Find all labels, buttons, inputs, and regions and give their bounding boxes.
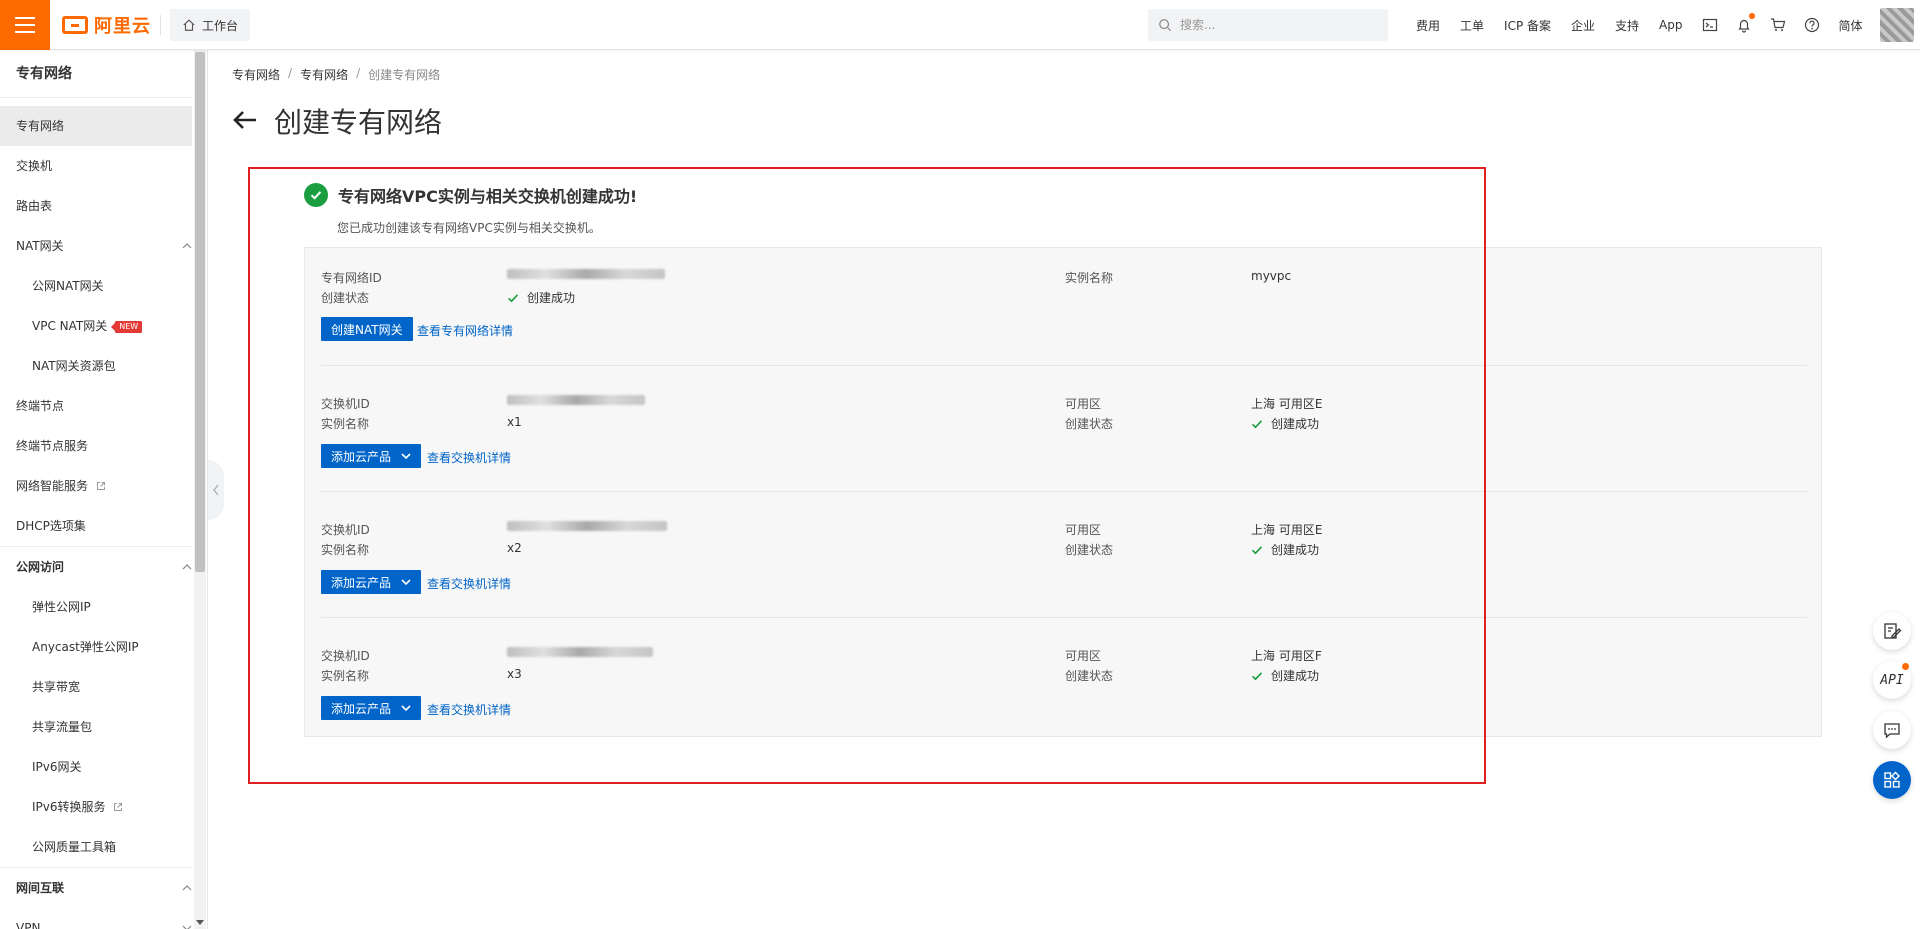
top-link-icp[interactable]: ICP 备案 [1494,17,1561,34]
workbench-label: 工作台 [202,18,239,33]
chevron-up-icon [182,885,192,891]
breadcrumb-separator: / [288,66,293,80]
sidebar-title: 专有网络 [0,50,192,98]
sidebar-item-endpoint[interactable]: 终端节点 [0,386,192,426]
arrow-left-icon [233,110,256,129]
sidebar-item-shared-bandwidth[interactable]: 共享带宽 [0,667,192,707]
sidebar-item-ipv6-translation[interactable]: IPv6转换服务 [0,787,192,827]
sidebar-item-quality-toolbox[interactable]: 公网质量工具箱 [0,827,192,867]
page-title: 创建专有网络 [274,106,443,139]
breadcrumb-item[interactable]: 专有网络 [232,66,280,83]
apps-tool-button[interactable] [1873,761,1911,799]
notification-dot [1902,663,1909,670]
hamburger-menu-button[interactable] [0,0,50,50]
external-link-icon [96,482,105,490]
chevron-left-icon [213,484,219,496]
breadcrumb-separator: / [356,66,361,80]
sidebar-item-label: 公网访问 [16,560,65,574]
notification-dot [1748,13,1755,19]
grid-apps-icon [1884,771,1901,788]
breadcrumb-item[interactable]: 专有网络 [300,66,348,83]
sidebar: 专有网络 专有网络 交换机 路由表 NAT网关 公网NAT网关 VPC NAT网… [0,50,208,929]
search-icon [1159,19,1172,32]
topbar-divider [160,15,161,35]
sidebar-item-label: IPv6转换服务 [32,800,106,814]
logo-icon [62,16,88,34]
sidebar-item-label: 网间互联 [16,881,65,895]
top-link-support[interactable]: 支持 [1605,17,1649,34]
chat-icon [1884,723,1900,739]
sidebar-item-label: 网络智能服务 [16,479,89,493]
sidebar-item-label: VPC NAT网关 [32,319,108,333]
top-links: 费用 工单 ICP 备案 企业 支持 App 简体 [1406,0,1873,50]
sidebar-item-eip[interactable]: 弹性公网IP [0,587,192,627]
back-button[interactable] [232,109,258,134]
sidebar-item-endpoint-service[interactable]: 终端节点服务 [0,426,192,466]
edit-note-icon [1884,623,1902,639]
sidebar-item-route-table[interactable]: 路由表 [0,186,192,226]
sidebar-group-public-access[interactable]: 公网访问 [0,547,192,587]
avatar[interactable] [1880,8,1914,42]
language-switch[interactable]: 简体 [1829,17,1873,34]
sidebar-item-anycast-eip[interactable]: Anycast弹性公网IP [0,627,192,667]
sidebar-group-nat-gateway[interactable]: NAT网关 [0,226,192,266]
sidebar-item-vpn[interactable]: VPN [0,908,192,929]
workbench-button[interactable]: 工作台 [170,9,251,41]
api-label: API [1880,672,1904,688]
sidebar-item-vpc-nat[interactable]: VPC NAT网关 NEW [0,306,192,346]
breadcrumb-current: 创建专有网络 [368,68,441,82]
sidebar-collapse-handle[interactable] [208,460,224,520]
top-link-billing[interactable]: 费用 [1406,17,1450,34]
aliyun-logo[interactable]: 阿里云 [62,13,151,37]
breadcrumb: 专有网络 / 专有网络 / 创建专有网络 [232,66,440,83]
feedback-tool-button[interactable] [1873,612,1911,650]
sidebar-item-shared-traffic[interactable]: 共享流量包 [0,707,192,747]
sidebar-group-interconnect[interactable]: 网间互联 [0,868,192,908]
highlight-annotation-box [248,167,1486,784]
new-badge: NEW [111,321,143,333]
scroll-down-arrow-icon[interactable] [196,920,204,925]
sidebar-item-nat-package[interactable]: NAT网关资源包 [0,346,192,386]
top-link-enterprise[interactable]: 企业 [1561,17,1605,34]
page-header: 创建专有网络 [232,101,442,141]
search-input[interactable] [1180,18,1360,32]
top-link-tickets[interactable]: 工单 [1450,17,1494,34]
top-bar: 阿里云 工作台 费用 工单 ICP 备案 企业 支持 App 简体 [0,0,1920,50]
help-icon[interactable] [1795,0,1829,50]
sidebar-item-dhcp[interactable]: DHCP选项集 [0,506,192,546]
sidebar-item-label: NAT网关 [16,239,64,253]
sidebar-scrollbar-thumb[interactable] [195,52,205,572]
sidebar-item-ipv6-gateway[interactable]: IPv6网关 [0,747,192,787]
external-link-icon [114,803,123,811]
chevron-down-icon [182,925,192,929]
sidebar-item-label: VPN [16,921,41,929]
chevron-up-icon [182,564,192,570]
api-tool-button[interactable]: API [1873,661,1911,699]
sidebar-item-vpc[interactable]: 专有网络 [0,106,192,146]
logo-text: 阿里云 [94,16,151,37]
sidebar-item-public-nat[interactable]: 公网NAT网关 [0,266,192,306]
chevron-up-icon [182,243,192,249]
top-link-app[interactable]: App [1649,18,1692,32]
bell-icon[interactable] [1727,0,1761,50]
home-icon [183,19,195,31]
cart-icon[interactable] [1761,0,1795,50]
sidebar-item-network-intelligence[interactable]: 网络智能服务 [0,466,192,506]
terminal-icon[interactable] [1693,0,1727,50]
chat-tool-button[interactable] [1873,711,1911,749]
sidebar-item-vswitch[interactable]: 交换机 [0,146,192,186]
search-box[interactable] [1148,9,1388,41]
